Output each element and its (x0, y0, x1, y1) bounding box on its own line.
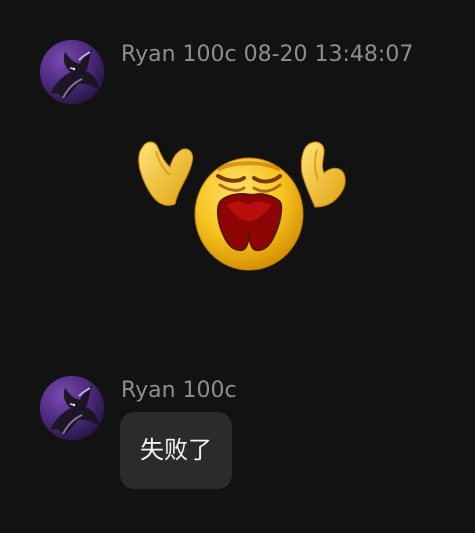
left-hand-icon (138, 141, 194, 206)
message-2: Ryan 100c 失败了 (0, 360, 475, 533)
message-header: Ryan 100c 08-20 13:48:07 (121, 42, 414, 67)
message-header: Ryan 100c (121, 378, 237, 403)
sender-avatar[interactable] (40, 40, 104, 104)
crying-face-icon (194, 157, 304, 271)
dragon-avatar-icon (40, 40, 104, 104)
message-text: 失败了 (140, 436, 212, 464)
crying-emoji-icon (138, 141, 346, 271)
right-hand-icon (300, 141, 346, 208)
message-1: Ryan 100c 08-20 13:48:07 (0, 0, 475, 300)
sender-avatar[interactable] (40, 376, 104, 440)
dragon-avatar-icon (40, 376, 104, 440)
sticker[interactable] (130, 130, 360, 280)
message-bubble[interactable]: 失败了 (120, 412, 232, 489)
